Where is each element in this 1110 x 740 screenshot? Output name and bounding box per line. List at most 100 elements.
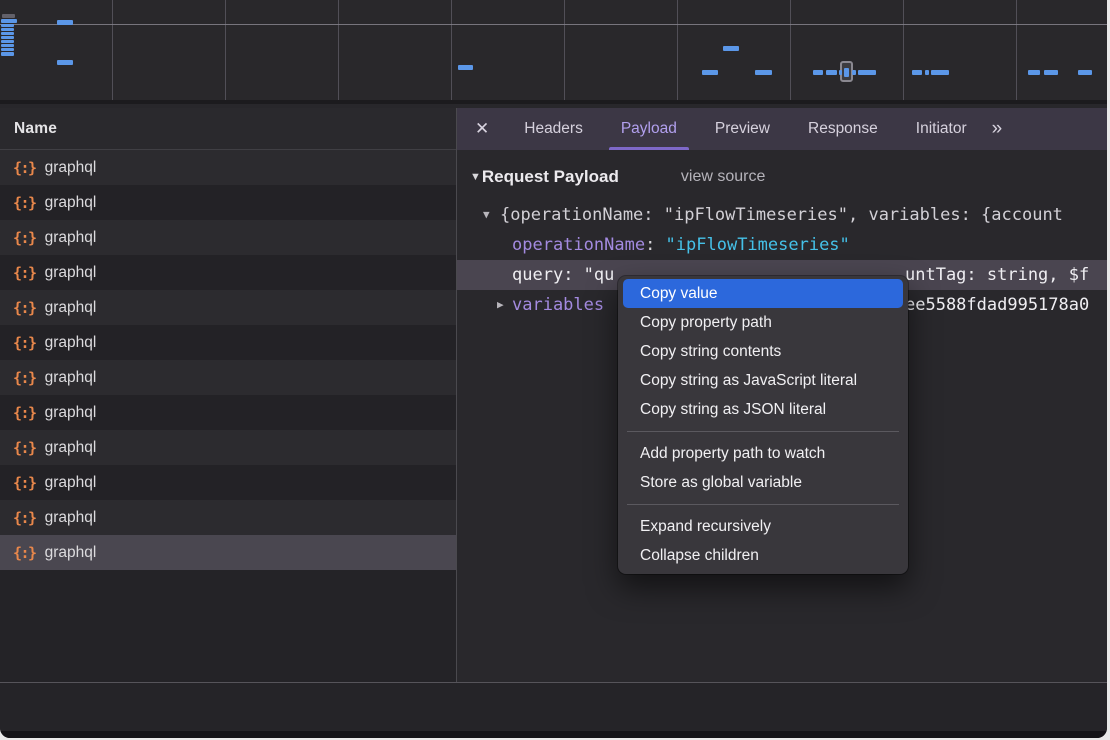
request-name: graphql bbox=[45, 159, 97, 177]
menu-item-copy-string-json-literal[interactable]: Copy string as JSON literal bbox=[618, 395, 908, 424]
overview-request-bar bbox=[1, 40, 14, 43]
request-row[interactable]: {:}graphql bbox=[0, 220, 456, 255]
request-row[interactable]: {:}graphql bbox=[0, 360, 456, 395]
request-name: graphql bbox=[45, 299, 97, 317]
section-expanded-triangle-icon[interactable]: ▼ bbox=[470, 171, 481, 183]
overview-request-bar bbox=[1, 28, 14, 31]
request-name: graphql bbox=[45, 334, 97, 352]
network-overview[interactable] bbox=[0, 0, 1107, 104]
code-segment: untTag: string, $f bbox=[905, 265, 1089, 285]
menu-item-store-as-global-variable[interactable]: Store as global variable bbox=[618, 468, 908, 497]
overview-request-bar bbox=[1028, 70, 1040, 75]
section-title: Request Payload bbox=[482, 167, 619, 187]
request-row[interactable]: {:} graphql bbox=[0, 185, 456, 220]
overview-request-bar bbox=[2, 14, 15, 18]
json-braces-icon: {:} bbox=[13, 509, 36, 527]
overview-request-bar bbox=[813, 70, 823, 75]
overview-gridline bbox=[0, 24, 1107, 25]
overview-request-bar bbox=[912, 70, 922, 75]
code-segment: ee5588fdad995178a0 bbox=[905, 295, 1089, 315]
overview-request-bar bbox=[1, 32, 14, 35]
overview-request-bar bbox=[57, 60, 73, 65]
tab-headers[interactable]: Headers bbox=[505, 108, 602, 150]
menu-item-expand-recursively[interactable]: Expand recursively bbox=[618, 512, 908, 541]
overview-request-bar bbox=[839, 70, 842, 75]
overview-request-bar bbox=[1, 44, 14, 47]
tree-row-operation-name[interactable]: operationName: "ipFlowTimeseries" bbox=[512, 230, 850, 260]
json-braces-icon: {:} bbox=[13, 159, 36, 177]
network-summary-bar bbox=[0, 682, 1107, 731]
menu-item-collapse-children[interactable]: Collapse children bbox=[618, 541, 908, 570]
json-braces-icon: {:} bbox=[13, 544, 36, 562]
menu-item-copy-string-contents[interactable]: Copy string contents bbox=[618, 337, 908, 366]
request-row[interactable]: {:}graphql bbox=[0, 465, 456, 500]
tree-row-variables-tail[interactable]: ee5588fdad995178a0 bbox=[905, 290, 1089, 320]
more-tabs-icon[interactable]: » bbox=[992, 118, 1001, 140]
menu-item-copy-value[interactable]: Copy value bbox=[623, 279, 903, 308]
close-icon[interactable]: ✕ bbox=[475, 119, 489, 139]
request-row[interactable]: {:} graphql bbox=[0, 430, 456, 465]
context-menu: Copy value Copy property path Copy strin… bbox=[618, 276, 908, 574]
menu-separator bbox=[627, 431, 899, 432]
json-braces-icon: {:} bbox=[13, 334, 36, 352]
tab-preview[interactable]: Preview bbox=[696, 108, 789, 150]
tree-row-object-preview[interactable]: {operationName: "ipFlowTimeseries", vari… bbox=[500, 200, 1063, 230]
overview-request-bar bbox=[723, 46, 739, 51]
tab-initiator[interactable]: Initiator bbox=[897, 108, 986, 150]
code-segment: "qu bbox=[584, 265, 615, 285]
overview-request-bar bbox=[931, 70, 949, 75]
tree-row-query-tail[interactable]: untTag: string, $f bbox=[905, 260, 1089, 290]
json-braces-icon: {:} bbox=[13, 474, 36, 492]
collapsed-triangle-icon[interactable]: ▶ bbox=[497, 290, 504, 320]
request-name: graphql bbox=[45, 229, 97, 247]
tab-response[interactable]: Response bbox=[789, 108, 897, 150]
expanded-triangle-icon[interactable]: ▼ bbox=[483, 200, 490, 230]
code-segment: : bbox=[563, 265, 583, 285]
overview-request-bar bbox=[1, 19, 17, 23]
overview-request-bar bbox=[1, 36, 14, 39]
overview-request-bar bbox=[925, 70, 929, 75]
overview-request-bar bbox=[755, 70, 772, 75]
menu-separator bbox=[627, 504, 899, 505]
view-source-link[interactable]: view source bbox=[681, 168, 765, 186]
request-row[interactable]: {:}graphql bbox=[0, 255, 456, 290]
overview-request-bar bbox=[826, 70, 837, 75]
request-name: graphql bbox=[45, 544, 97, 562]
overview-request-bar bbox=[1044, 70, 1058, 75]
overview-request-bar bbox=[1078, 70, 1092, 75]
overview-request-bar bbox=[844, 68, 849, 77]
tree-row-query[interactable]: query: "qu bbox=[512, 260, 614, 290]
tab-payload[interactable]: Payload bbox=[602, 108, 696, 150]
request-row[interactable]: {:} graphql bbox=[0, 325, 456, 360]
overview-request-bar bbox=[702, 70, 718, 75]
json-braces-icon: {:} bbox=[13, 369, 36, 387]
request-row-selected[interactable]: {:} graphql bbox=[0, 535, 456, 570]
code-segment: : bbox=[645, 235, 665, 255]
request-name: graphql bbox=[45, 404, 97, 422]
menu-item-add-property-path-to-watch[interactable]: Add property path to watch bbox=[618, 439, 908, 468]
request-row[interactable]: {:} graphql bbox=[0, 395, 456, 430]
json-braces-icon: {:} bbox=[13, 194, 36, 212]
overview-request-bar bbox=[57, 20, 73, 25]
json-braces-icon: {:} bbox=[13, 439, 36, 457]
request-name: graphql bbox=[45, 194, 97, 212]
request-row[interactable]: {:} graphql bbox=[0, 150, 456, 185]
menu-item-copy-string-js-literal[interactable]: Copy string as JavaScript literal bbox=[618, 366, 908, 395]
code-segment: variables bbox=[512, 295, 604, 315]
request-row[interactable]: {:} graphql bbox=[0, 290, 456, 325]
request-name: graphql bbox=[45, 509, 97, 527]
code-segment: operationName bbox=[512, 235, 645, 255]
menu-item-copy-property-path[interactable]: Copy property path bbox=[618, 308, 908, 337]
request-name: graphql bbox=[45, 439, 97, 457]
request-row[interactable]: {:} graphql bbox=[0, 500, 456, 535]
request-payload-section-header[interactable]: ▼ Request Payload view source bbox=[470, 167, 765, 187]
name-column-header[interactable]: Name bbox=[0, 108, 456, 150]
overview-request-bar bbox=[1, 24, 14, 27]
request-name: graphql bbox=[45, 264, 97, 282]
json-braces-icon: {:} bbox=[13, 299, 36, 317]
overview-request-bar bbox=[852, 70, 856, 75]
tree-row-variables[interactable]: variables bbox=[512, 290, 604, 320]
json-braces-icon: {:} bbox=[13, 404, 36, 422]
overview-request-bar bbox=[858, 70, 876, 75]
overview-request-bar bbox=[458, 65, 473, 70]
